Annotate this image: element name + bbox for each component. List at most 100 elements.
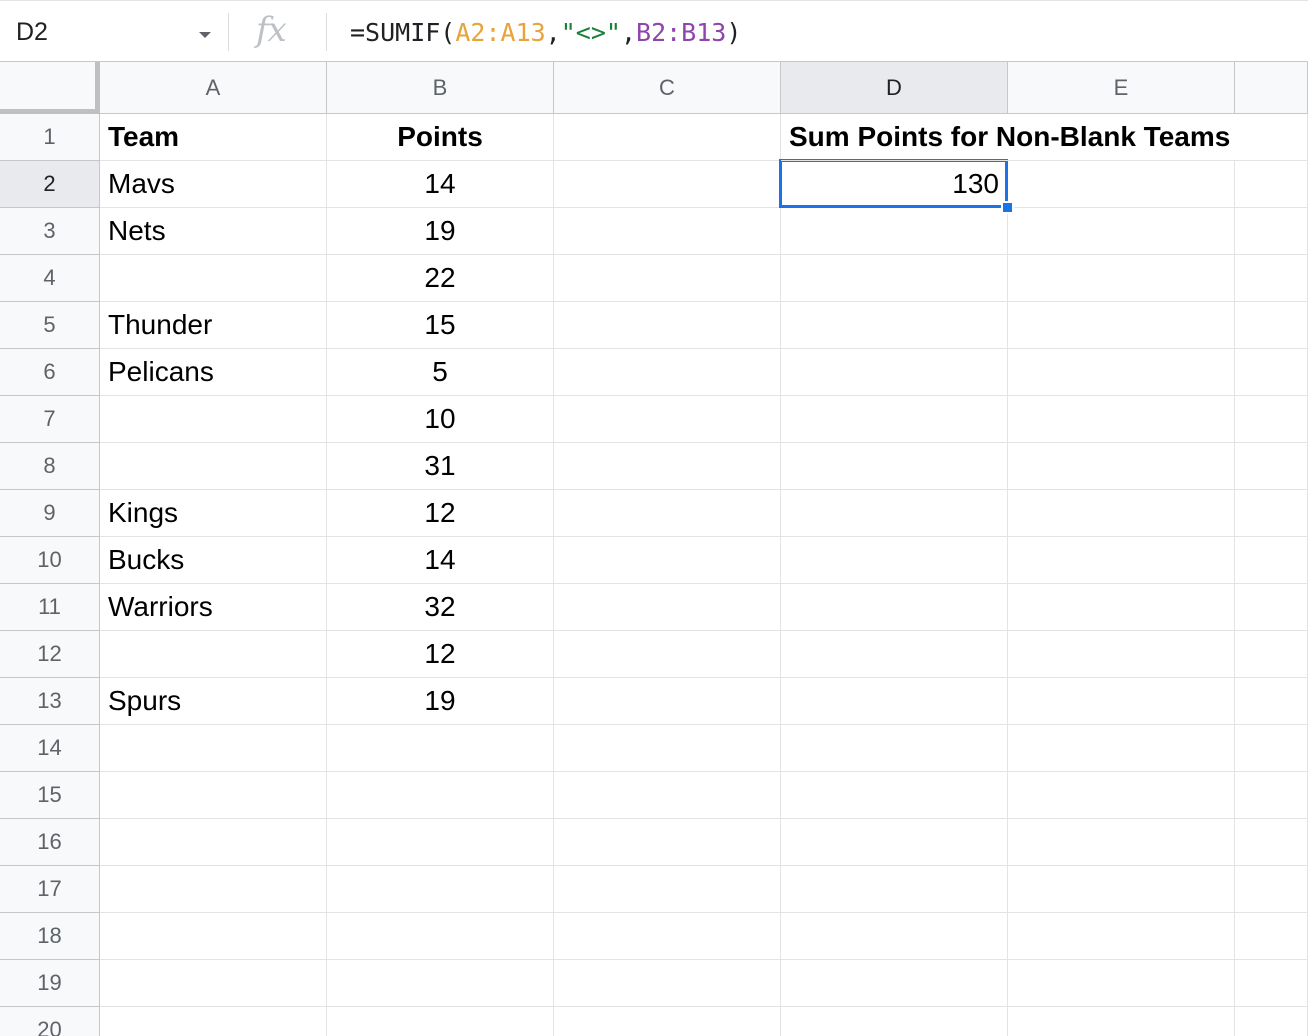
row-header-14[interactable]: 14 bbox=[0, 725, 100, 772]
cell-a20[interactable] bbox=[100, 1007, 327, 1036]
cell-a1[interactable]: Team bbox=[100, 114, 327, 161]
cell-a14[interactable] bbox=[100, 725, 327, 772]
cell-f5[interactable] bbox=[1235, 302, 1308, 349]
cell-e12[interactable] bbox=[1008, 631, 1235, 678]
cell-e9[interactable] bbox=[1008, 490, 1235, 537]
cell-d14[interactable] bbox=[781, 725, 1008, 772]
spreadsheet-grid[interactable]: A B C D E 1 Team Points Sum Points for Non-Blank… bbox=[0, 62, 1308, 1036]
cell-b1[interactable]: Points bbox=[327, 114, 554, 161]
row-header-9[interactable]: 9 bbox=[0, 490, 100, 537]
select-all-corner[interactable] bbox=[0, 62, 100, 114]
cell-b17[interactable] bbox=[327, 866, 554, 913]
cell-f8[interactable] bbox=[1235, 443, 1308, 490]
cell-b10[interactable]: 14 bbox=[327, 537, 554, 584]
cell-d16[interactable] bbox=[781, 819, 1008, 866]
row-header-2[interactable]: 2 bbox=[0, 161, 100, 208]
cell-e5[interactable] bbox=[1008, 302, 1235, 349]
cell-f14[interactable] bbox=[1235, 725, 1308, 772]
cell-a10[interactable]: Bucks bbox=[100, 537, 327, 584]
row-header-5[interactable]: 5 bbox=[0, 302, 100, 349]
cell-b2[interactable]: 14 bbox=[327, 161, 554, 208]
row-header-15[interactable]: 15 bbox=[0, 772, 100, 819]
cell-f9[interactable] bbox=[1235, 490, 1308, 537]
row-header-7[interactable]: 7 bbox=[0, 396, 100, 443]
cell-d5[interactable] bbox=[781, 302, 1008, 349]
cell-f10[interactable] bbox=[1235, 537, 1308, 584]
cell-b19[interactable] bbox=[327, 960, 554, 1007]
cell-d6[interactable] bbox=[781, 349, 1008, 396]
cell-f12[interactable] bbox=[1235, 631, 1308, 678]
cell-d3[interactable] bbox=[781, 208, 1008, 255]
cell-d12[interactable] bbox=[781, 631, 1008, 678]
cell-c9[interactable] bbox=[554, 490, 781, 537]
cell-a7[interactable] bbox=[100, 396, 327, 443]
cell-f20[interactable] bbox=[1235, 1007, 1308, 1036]
cell-f13[interactable] bbox=[1235, 678, 1308, 725]
cell-d20[interactable] bbox=[781, 1007, 1008, 1036]
row-header-11[interactable]: 11 bbox=[0, 584, 100, 631]
cell-e2[interactable] bbox=[1008, 161, 1235, 208]
row-header-10[interactable]: 10 bbox=[0, 537, 100, 584]
cell-a18[interactable] bbox=[100, 913, 327, 960]
cell-f18[interactable] bbox=[1235, 913, 1308, 960]
cell-e4[interactable] bbox=[1008, 255, 1235, 302]
cell-e17[interactable] bbox=[1008, 866, 1235, 913]
cell-e19[interactable] bbox=[1008, 960, 1235, 1007]
cell-a17[interactable] bbox=[100, 866, 327, 913]
fill-handle[interactable] bbox=[1001, 201, 1014, 214]
name-box[interactable]: D2 bbox=[0, 1, 228, 62]
column-header-a[interactable]: A bbox=[100, 62, 327, 114]
chevron-down-icon[interactable] bbox=[199, 32, 211, 38]
cell-c12[interactable] bbox=[554, 631, 781, 678]
cell-c19[interactable] bbox=[554, 960, 781, 1007]
cell-e18[interactable] bbox=[1008, 913, 1235, 960]
cell-f15[interactable] bbox=[1235, 772, 1308, 819]
cell-f2[interactable] bbox=[1235, 161, 1308, 208]
cell-e11[interactable] bbox=[1008, 584, 1235, 631]
cell-e6[interactable] bbox=[1008, 349, 1235, 396]
column-header-d[interactable]: D bbox=[781, 62, 1008, 114]
cell-a11[interactable]: Warriors bbox=[100, 584, 327, 631]
row-header-17[interactable]: 17 bbox=[0, 866, 100, 913]
cell-b16[interactable] bbox=[327, 819, 554, 866]
cell-f17[interactable] bbox=[1235, 866, 1308, 913]
cell-c5[interactable] bbox=[554, 302, 781, 349]
cell-d2[interactable]: 130 bbox=[781, 161, 1008, 208]
cell-c17[interactable] bbox=[554, 866, 781, 913]
cell-a12[interactable] bbox=[100, 631, 327, 678]
cell-c2[interactable] bbox=[554, 161, 781, 208]
formula-input[interactable]: =SUMIF(A2:A13,"<>",B2:B13) bbox=[350, 18, 741, 47]
cell-c14[interactable] bbox=[554, 725, 781, 772]
cell-b13[interactable]: 19 bbox=[327, 678, 554, 725]
cell-b11[interactable]: 32 bbox=[327, 584, 554, 631]
cell-c6[interactable] bbox=[554, 349, 781, 396]
cell-f4[interactable] bbox=[1235, 255, 1308, 302]
row-header-8[interactable]: 8 bbox=[0, 443, 100, 490]
cell-b4[interactable]: 22 bbox=[327, 255, 554, 302]
cell-d8[interactable] bbox=[781, 443, 1008, 490]
cell-b12[interactable]: 12 bbox=[327, 631, 554, 678]
cell-c16[interactable] bbox=[554, 819, 781, 866]
cell-b6[interactable]: 5 bbox=[327, 349, 554, 396]
cell-a3[interactable]: Nets bbox=[100, 208, 327, 255]
cell-c3[interactable] bbox=[554, 208, 781, 255]
cell-b9[interactable]: 12 bbox=[327, 490, 554, 537]
cell-e20[interactable] bbox=[1008, 1007, 1235, 1036]
cell-e3[interactable] bbox=[1008, 208, 1235, 255]
row-header-20[interactable]: 20 bbox=[0, 1007, 100, 1036]
cell-f19[interactable] bbox=[1235, 960, 1308, 1007]
column-header-f[interactable] bbox=[1235, 62, 1308, 114]
cell-b5[interactable]: 15 bbox=[327, 302, 554, 349]
cell-b14[interactable] bbox=[327, 725, 554, 772]
cell-c15[interactable] bbox=[554, 772, 781, 819]
cell-a15[interactable] bbox=[100, 772, 327, 819]
cell-d9[interactable] bbox=[781, 490, 1008, 537]
cell-d17[interactable] bbox=[781, 866, 1008, 913]
cell-c1[interactable] bbox=[554, 114, 781, 161]
cell-f7[interactable] bbox=[1235, 396, 1308, 443]
cell-e7[interactable] bbox=[1008, 396, 1235, 443]
cell-c7[interactable] bbox=[554, 396, 781, 443]
row-header-13[interactable]: 13 bbox=[0, 678, 100, 725]
cell-f1[interactable] bbox=[1235, 114, 1308, 161]
row-header-4[interactable]: 4 bbox=[0, 255, 100, 302]
